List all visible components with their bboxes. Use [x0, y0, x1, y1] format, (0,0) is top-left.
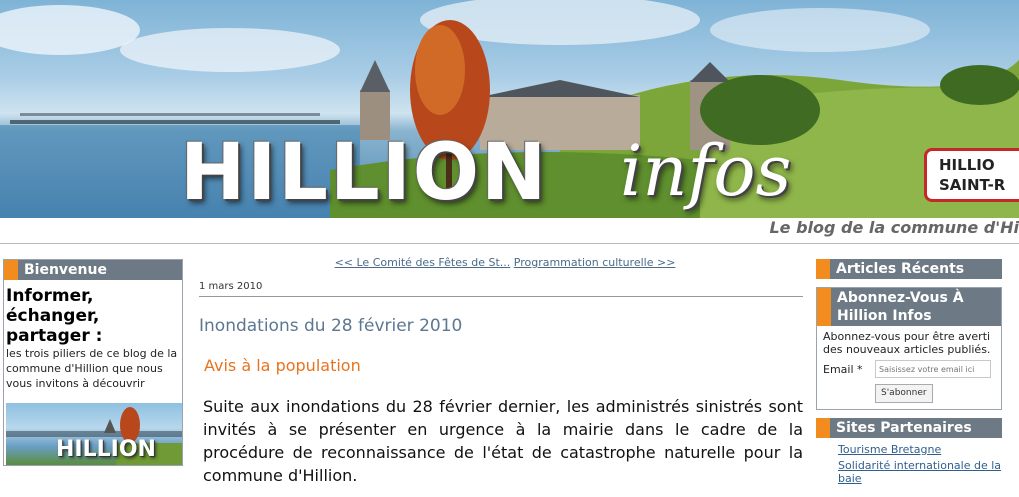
post-body: Suite aux inondations du 28 février dern… [203, 397, 803, 485]
header-divider [0, 243, 1019, 244]
partner-link-solidarite[interactable]: Solidarité internationale de la baie [838, 459, 1002, 485]
welcome-text: les trois piliers de ce blog de la commu… [6, 347, 178, 390]
partners-heading: Sites Partenaires [816, 418, 1002, 438]
welcome-image-text: HILLION [56, 437, 156, 462]
site-title[interactable]: HILLION [180, 128, 548, 218]
post-date: 1 mars 2010 [199, 281, 803, 297]
welcome-heading: Bienvenue [4, 260, 182, 280]
previous-post-link[interactable]: << Le Comité des Fêtes de St... [335, 256, 511, 269]
recent-articles-heading: Articles Récents [816, 259, 1002, 279]
welcome-image[interactable]: HILLION [6, 403, 182, 465]
partners-box: Sites Partenaires Tourisme Bretagne Soli… [816, 418, 1002, 485]
town-sign: HILLIO SAINT-R [924, 148, 1019, 202]
subscribe-text: Abonnez-vous pour être averti des nouvea… [823, 330, 991, 356]
post-subtitle: Avis à la population [204, 356, 361, 375]
site-title-suffix: infos [620, 130, 792, 212]
post-title: Inondations du 28 février 2010 [199, 316, 463, 336]
partner-link-tourisme-bretagne[interactable]: Tourisme Bretagne [838, 443, 1002, 456]
main-content: << Le Comité des Fêtes de St... Programm… [199, 256, 803, 487]
recent-articles-box: Articles Récents [816, 259, 1002, 279]
subscribe-button[interactable]: S'abonner [875, 384, 933, 403]
email-label: Email * [823, 362, 863, 376]
right-sidebar: Articles Récents Abonnez-Vous À Hillion … [816, 259, 1002, 493]
welcome-box: Bienvenue Informer, échanger, partager :… [3, 259, 183, 466]
town-sign-line2: SAINT-R [939, 176, 1006, 194]
welcome-title: Informer, échanger, partager : [6, 286, 103, 346]
email-row: Email * [823, 360, 995, 378]
subscribe-box: Abonnez-Vous À Hillion Infos Abonnez-vou… [816, 287, 1002, 410]
email-input[interactable] [875, 360, 991, 378]
site-tagline: Le blog de la commune d'Hi [769, 218, 1019, 237]
post-navigation: << Le Comité des Fêtes de St... Programm… [207, 256, 803, 269]
subscribe-heading: Abonnez-Vous À Hillion Infos [817, 288, 1001, 326]
left-sidebar: Bienvenue Informer, échanger, partager :… [3, 259, 183, 466]
header-banner: HILLION infos HILLIO SAINT-R [0, 0, 1019, 218]
next-post-link[interactable]: Programmation culturelle >> [514, 256, 676, 269]
town-sign-line1: HILLIO [939, 156, 995, 174]
